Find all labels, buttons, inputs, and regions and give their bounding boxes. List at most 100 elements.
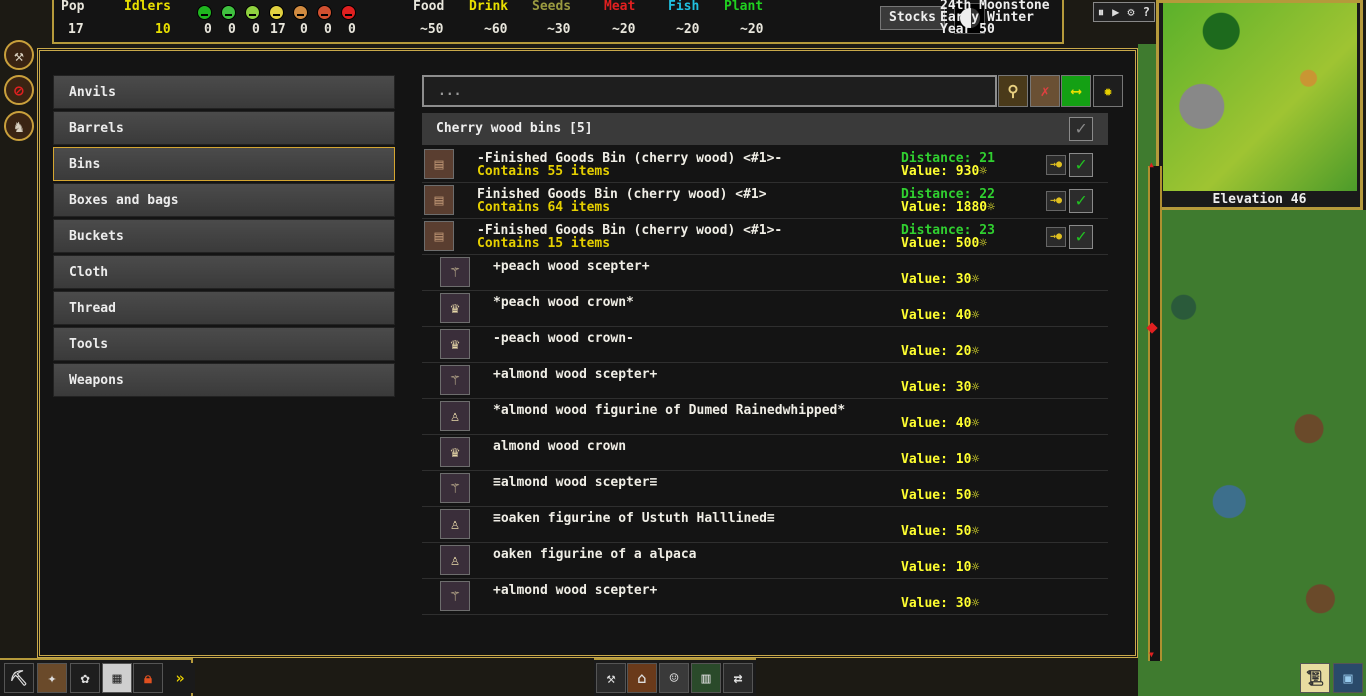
list-item[interactable]: ⚚ +almond wood scepter+ Value: 30☼ — [422, 363, 1108, 399]
list-scrollbar[interactable]: ▲ ▼ — [1146, 160, 1162, 661]
settings-gear-icon[interactable]: ⚙ — [1127, 5, 1134, 19]
idlers-value: 10 — [155, 22, 171, 37]
seeds-value: ~30 — [547, 22, 571, 37]
category-tools[interactable]: Tools — [53, 327, 395, 361]
magnifier-icon: ⚲ — [1007, 82, 1019, 100]
list-item[interactable]: ♙ *almond wood figurine of Dumed Rainedwh… — [422, 399, 1108, 435]
category-barrels[interactable]: Barrels — [53, 111, 395, 145]
item-value: Value: 40☼ — [901, 416, 980, 431]
goto-item-icon[interactable]: →● — [1046, 155, 1066, 175]
dig-button[interactable]: ⛏ — [4, 663, 34, 693]
expand-toolbar-button[interactable]: » — [165, 663, 195, 693]
workshop-icon: ⌂ — [637, 669, 647, 687]
minimap-image[interactable] — [1163, 3, 1357, 191]
minecart-icon: ⇄ — [733, 669, 743, 687]
category-thread[interactable]: Thread — [53, 291, 395, 325]
item-value: Value: 30☼ — [901, 380, 980, 395]
zones-button[interactable]: ▥ — [691, 663, 721, 693]
list-item[interactable]: ♙ ≡oaken figurine of Ustuth Halllined≡ Val… — [422, 507, 1108, 543]
list-item[interactable]: ▤ Finished Goods Bin (cherry wood) <#1> Co… — [422, 183, 1108, 219]
group-select-checkbox[interactable]: ✓ — [1069, 117, 1093, 141]
build-button[interactable]: ⚒ — [596, 663, 626, 693]
mood-face-icon — [221, 5, 236, 20]
item-name: -peach wood crown- — [493, 331, 634, 346]
bin-icon: ▤ — [424, 221, 454, 251]
help-icon[interactable]: ? — [1143, 5, 1150, 19]
idlers-label[interactable]: Idlers — [124, 0, 171, 14]
stockpile-button[interactable]: ⇄ — [723, 663, 753, 693]
list-item[interactable]: ⚚ ≡almond wood scepter≡ Value: 50☼ — [422, 471, 1108, 507]
smooth-button[interactable]: ▦ — [102, 663, 132, 693]
category-buckets[interactable]: Buckets — [53, 219, 395, 253]
citizens-button[interactable]: ☺ — [659, 663, 689, 693]
pause-icon[interactable]: ⏸ — [1098, 5, 1104, 20]
minimap[interactable]: Elevation 46 — [1156, 0, 1363, 210]
item-value: Value: 50☼ — [901, 488, 980, 503]
dig-tool-button[interactable]: ⚒ — [4, 40, 34, 70]
category-bins[interactable]: Bins — [53, 147, 395, 181]
settings-button[interactable]: ✹ — [1093, 75, 1123, 107]
mood-face-icon — [197, 5, 212, 20]
animal-button[interactable]: ♞ — [4, 111, 34, 141]
scroll-thumb[interactable] — [1146, 322, 1158, 334]
item-value: Value: 10☼ — [901, 452, 980, 467]
item-value: Value: 30☼ — [901, 596, 980, 611]
figurine-icon: ♙ — [440, 545, 470, 575]
drink-value: ~60 — [484, 22, 508, 37]
search-input[interactable]: ... — [422, 75, 997, 107]
list-item[interactable]: ▤ -Finished Goods Bin (cherry wood) <#1>-… — [422, 219, 1108, 255]
game-world-view[interactable] — [1138, 210, 1366, 696]
stocks-button[interactable]: Stocks — [880, 6, 945, 30]
goto-item-icon[interactable]: →● — [1046, 191, 1066, 211]
list-item[interactable]: ⚚ +peach wood scepter+ Value: 30☼ — [422, 255, 1108, 291]
goto-item-icon[interactable]: →● — [1046, 227, 1066, 247]
item-value: Value: 1880☼ — [901, 200, 995, 215]
crown-icon: ♛ — [440, 329, 470, 359]
mood-count: 0 — [324, 22, 332, 37]
item-select-checkbox[interactable]: ✓ — [1069, 189, 1093, 213]
world-map-button[interactable]: ▣ — [1333, 663, 1363, 693]
scepter-icon: ⚚ — [440, 365, 470, 395]
scepter-icon: ⚚ — [440, 581, 470, 611]
item-contents: Contains 55 items — [477, 164, 611, 179]
item-value: Value: 10☼ — [901, 560, 980, 575]
list-item[interactable]: ♛ -peach wood crown- Value: 20☼ — [422, 327, 1108, 363]
gather-button[interactable]: ✿ — [70, 663, 100, 693]
item-select-checkbox[interactable]: ✓ — [1069, 225, 1093, 249]
meat-value: ~20 — [612, 22, 636, 37]
erase-button[interactable]: 🔒︎ — [133, 663, 163, 693]
horse-icon: ♞ — [14, 116, 24, 136]
category-cloth[interactable]: Cloth — [53, 255, 395, 289]
mood-face-icon — [317, 5, 332, 20]
chop-button[interactable]: ✦ — [37, 663, 67, 693]
category-anvils[interactable]: Anvils — [53, 75, 395, 109]
forbidden-filter-button[interactable]: ✗ — [1030, 75, 1060, 107]
workshop-button[interactable]: ⌂ — [627, 663, 657, 693]
fish-value: ~20 — [676, 22, 700, 37]
cancel-button[interactable]: ⊘ — [4, 75, 34, 105]
distance-sort-button[interactable]: ⟷ — [1061, 75, 1091, 107]
item-value: Value: 930☼ — [901, 164, 988, 179]
group-header[interactable]: Cherry wood bins [5] — [422, 113, 1108, 145]
arrows-horizontal-icon: ⟷ — [1071, 82, 1081, 100]
list-item[interactable]: ♙ oaken figurine of a alpaca Value: 10☼ — [422, 543, 1108, 579]
item-select-checkbox[interactable]: ✓ — [1069, 153, 1093, 177]
list-item[interactable]: ▤ -Finished Goods Bin (cherry wood) <#1>-… — [422, 147, 1108, 183]
dwarf-icon: ☺ — [669, 669, 679, 687]
mood-face-icon — [293, 5, 308, 20]
play-icon[interactable]: ▶ — [1112, 5, 1119, 19]
search-button[interactable]: ⚲ — [998, 75, 1028, 107]
scroll-down-icon[interactable]: ▼ — [1149, 650, 1154, 659]
scroll-up-icon[interactable]: ▲ — [1149, 160, 1154, 169]
item-name: +peach wood scepter+ — [493, 259, 650, 274]
wall-icon: ▦ — [112, 669, 122, 687]
gear-icon: ✹ — [1103, 82, 1113, 100]
list-item[interactable]: ♛ *peach wood crown* Value: 40☼ — [422, 291, 1108, 327]
category-weapons[interactable]: Weapons — [53, 363, 395, 397]
category-boxes-and-bags[interactable]: Boxes and bags — [53, 183, 395, 217]
item-name: *peach wood crown* — [493, 295, 634, 310]
list-item[interactable]: ♛ almond wood crown Value: 10☼ — [422, 435, 1108, 471]
reports-button[interactable]: 📜︎ — [1300, 663, 1330, 693]
item-name: ≡almond wood scepter≡ — [493, 475, 658, 490]
list-item[interactable]: ⚚ +almond wood scepter+ Value: 30☼ — [422, 579, 1108, 615]
